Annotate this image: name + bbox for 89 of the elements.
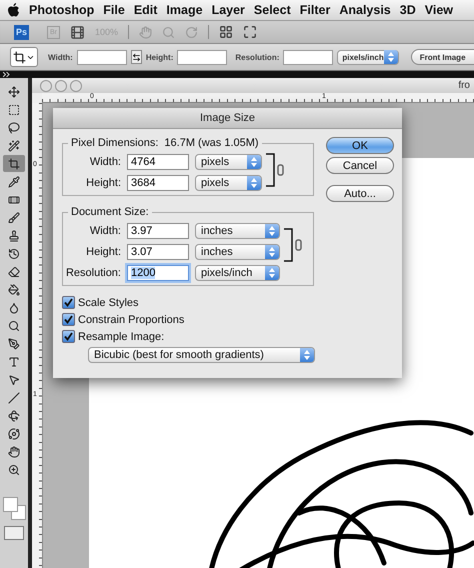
checkbox-label: Scale Styles — [78, 296, 139, 308]
eraser-icon — [8, 266, 20, 278]
layout-icon[interactable] — [219, 25, 234, 39]
droplet-icon — [8, 302, 20, 314]
crop-icon — [13, 50, 26, 64]
stepper-icon — [265, 245, 279, 259]
dialog-button[interactable]: Cancel — [326, 157, 394, 174]
tool-button[interactable] — [3, 155, 25, 172]
menu-item[interactable]: Image — [166, 3, 203, 17]
unit-select[interactable]: pixels — [195, 175, 262, 191]
type-icon — [8, 356, 20, 368]
dashed-square-icon — [8, 104, 20, 116]
apple-logo-icon[interactable] — [8, 3, 20, 17]
app-logo: Ps — [14, 24, 29, 40]
orbit-icon — [8, 428, 20, 440]
magnifier-icon — [8, 320, 20, 332]
resample-select[interactable]: Bicubic (best for smooth gradients) — [88, 347, 315, 363]
menu-item[interactable]: Analysis — [339, 3, 391, 17]
crop-icon — [8, 158, 20, 170]
dialog-title: Image Size — [200, 112, 256, 124]
line-icon — [8, 392, 20, 404]
input-field[interactable]: 3.07 — [127, 244, 189, 260]
unit-select[interactable]: pixels/inch — [195, 265, 280, 281]
stepper-icon — [247, 155, 261, 169]
input-field[interactable]: 3684 — [127, 175, 189, 191]
zoom-icon — [8, 464, 20, 476]
rotate-3d-icon — [8, 410, 20, 422]
input-field[interactable]: 3.97 — [127, 223, 189, 239]
input-field[interactable]: 1200 — [127, 265, 189, 281]
lasso-icon — [8, 122, 20, 134]
pixel-size-text: 16.7M (was 1.05M) — [164, 137, 259, 149]
pen-icon — [8, 338, 20, 350]
document-title: fro — [458, 80, 471, 91]
tool-preset-button[interactable] — [10, 47, 38, 67]
width-label: Width: — [48, 52, 73, 62]
hand-icon — [8, 446, 20, 458]
move-icon — [8, 86, 20, 98]
checkbox-label: Constrain Proportions — [78, 314, 184, 326]
width-field[interactable] — [76, 50, 127, 64]
double-chevron-icon[interactable] — [3, 72, 10, 77]
menu-item[interactable]: 3D — [400, 3, 416, 17]
bandage-icon — [8, 194, 20, 206]
screen-mode-icon[interactable] — [243, 25, 258, 39]
checkbox[interactable] — [62, 296, 75, 309]
wand-icon — [8, 140, 20, 152]
input-field[interactable]: 4764 — [127, 154, 189, 170]
menu-item[interactable]: Select — [254, 3, 291, 17]
brush-icon — [8, 212, 20, 224]
height-label: Height: — [146, 52, 174, 62]
resolution-label: Resolution: — [235, 52, 280, 62]
field-label: Width: — [88, 156, 121, 168]
unit-select[interactable]: inches — [195, 244, 280, 260]
stepper-icon — [265, 266, 279, 280]
unit-select[interactable]: pixels — [195, 154, 262, 170]
menu-item[interactable]: Filter — [300, 3, 330, 17]
group-label: Pixel Dimensions: — [71, 137, 158, 149]
stamp-icon — [8, 230, 20, 242]
unit-select[interactable]: inches — [195, 223, 280, 239]
history-icon — [8, 248, 20, 260]
height-field[interactable] — [177, 50, 228, 64]
stepper-icon — [265, 224, 279, 238]
front-image-button[interactable]: Front Image — [410, 49, 474, 65]
group-label: Document Size: — [71, 206, 149, 218]
stepper-icon — [384, 50, 398, 64]
menu-item[interactable]: Photoshop — [29, 3, 94, 17]
field-label: Height: — [85, 246, 121, 258]
checkbox-label: Resample Image: — [78, 330, 164, 342]
resolution-field[interactable] — [283, 50, 334, 64]
pointer-icon — [8, 374, 20, 386]
quick-mask-icon[interactable] — [4, 526, 24, 540]
menu-item[interactable]: Edit — [134, 3, 158, 17]
menu-item[interactable]: View — [424, 3, 453, 17]
menu-item[interactable]: File — [103, 3, 125, 17]
checkbox[interactable] — [62, 313, 75, 326]
stepper-icon — [247, 176, 261, 190]
film-icon[interactable] — [70, 24, 85, 40]
field-label: Width: — [88, 225, 121, 237]
paint-bucket-icon — [8, 284, 20, 296]
units-select[interactable]: pixels/inch — [337, 50, 399, 64]
stepper-icon — [300, 348, 314, 362]
dialog-button[interactable]: Auto... — [326, 185, 394, 202]
menu-item[interactable]: Layer — [212, 3, 245, 17]
field-label: Height: — [85, 177, 121, 189]
eyedropper-icon — [8, 176, 20, 188]
checkbox[interactable] — [62, 330, 75, 343]
swap-button[interactable] — [130, 50, 142, 64]
dialog-button[interactable]: OK — [326, 137, 394, 154]
field-label: Resolution: — [64, 267, 121, 279]
color-swatches-icon[interactable] — [3, 497, 25, 519]
